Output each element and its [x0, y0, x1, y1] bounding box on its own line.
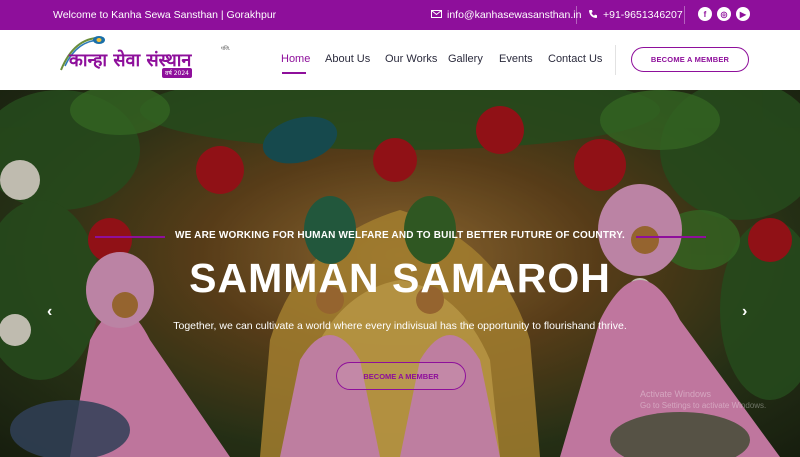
nav-events[interactable]: Events	[499, 53, 533, 65]
watermark-line-1: Activate Windows	[640, 389, 712, 399]
nav-divider	[615, 45, 616, 75]
logo-registered-tag: पंजि.	[221, 46, 231, 52]
watermark-line-2: Go to Settings to activate Windows.	[640, 401, 767, 410]
topbar-divider	[684, 6, 685, 24]
instagram-icon[interactable]: ◎	[717, 7, 731, 21]
welcome-text: Welcome to Kanha Sewa Sansthan | Gorakhp…	[53, 9, 277, 21]
hero-slider: WE ARE WORKING FOR HUMAN WELFARE AND TO …	[0, 90, 800, 457]
slider-prev-icon[interactable]: ‹	[47, 303, 52, 321]
hero-become-member-button[interactable]: BECOME A MEMBER	[336, 362, 466, 390]
topbar-divider	[576, 6, 577, 24]
top-bar: Welcome to Kanha Sewa Sansthan | Gorakhp…	[0, 0, 800, 30]
nav-our-works[interactable]: Our Works	[385, 53, 437, 65]
hero-subtitle: Together, we can cultivate a world where…	[173, 320, 627, 332]
logo-year-badge: वर्ष 2024	[162, 68, 192, 78]
windows-activation-watermark: Activate Windows Go to Settings to activ…	[640, 388, 766, 412]
kicker-line-right	[636, 236, 706, 238]
become-member-button[interactable]: BECOME A MEMBER	[631, 47, 749, 72]
envelope-icon	[431, 9, 442, 21]
nav-about-us[interactable]: About Us	[325, 53, 370, 65]
email-link[interactable]: info@kanhasewasansthan.in	[431, 0, 581, 30]
phone-icon	[588, 9, 598, 22]
phone-link[interactable]: +91-9651346207	[588, 0, 683, 30]
youtube-icon[interactable]: ▶	[736, 7, 750, 21]
nav-home[interactable]: Home	[281, 53, 310, 65]
facebook-icon[interactable]: f	[698, 7, 712, 21]
phone-text: +91-9651346207	[603, 9, 683, 21]
nav-active-indicator	[282, 72, 306, 74]
site-header: कान्हा सेवा संस्थान पंजि. वर्ष 2024 Home…	[0, 30, 800, 90]
nav-contact-us[interactable]: Contact Us	[548, 53, 602, 65]
slider-next-icon[interactable]: ›	[742, 303, 747, 321]
site-logo[interactable]: कान्हा सेवा संस्थान पंजि. वर्ष 2024	[55, 32, 230, 88]
nav-gallery[interactable]: Gallery	[448, 53, 483, 65]
hero-title: SAMMAN SAMAROH	[189, 255, 611, 301]
email-text: info@kanhasewasansthan.in	[447, 9, 582, 21]
